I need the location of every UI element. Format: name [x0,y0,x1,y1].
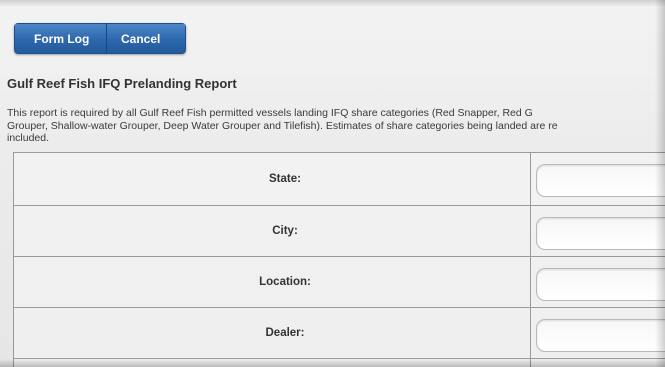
dealer-input-cell [531,308,665,358]
location-field[interactable] [536,268,665,301]
city-input-cell [531,206,665,256]
form-table: State: City: Location: Dealer: [13,152,665,367]
cancel-button[interactable]: Cancel [107,23,186,54]
screen: Form Log Cancel Gulf Reef Fish IFQ Prela… [0,0,665,367]
form-row-dealer: Dealer: [13,308,665,359]
state-field[interactable] [536,164,665,197]
form-row-city: City: [13,206,665,257]
city-field[interactable] [536,217,665,250]
description-line: This report is required by all Gulf Reef… [7,107,533,119]
form-row-state: State: [13,153,665,206]
toolbar: Form Log Cancel [14,23,186,54]
page-title: Gulf Reef Fish IFQ Prelanding Report [7,76,237,91]
description-line: Grouper, Shallow-water Grouper, Deep Wat… [7,119,558,132]
device-bezel-top [0,0,665,6]
form-log-button[interactable]: Form Log [14,23,107,54]
screen-edge-shadow [655,0,665,367]
dealer-field[interactable] [536,319,665,352]
dealer-label: Dealer: [14,308,531,358]
city-label: City: [14,206,531,256]
state-input-cell [531,153,665,205]
form-row-location: Location: [13,257,665,308]
location-input-cell [531,257,665,307]
location-label: Location: [14,257,531,307]
report-description: This report is required by all Gulf Reef… [7,107,665,145]
description-line: included. [7,132,50,144]
state-label: State: [14,153,531,205]
device-bezel-bottom [0,359,665,367]
